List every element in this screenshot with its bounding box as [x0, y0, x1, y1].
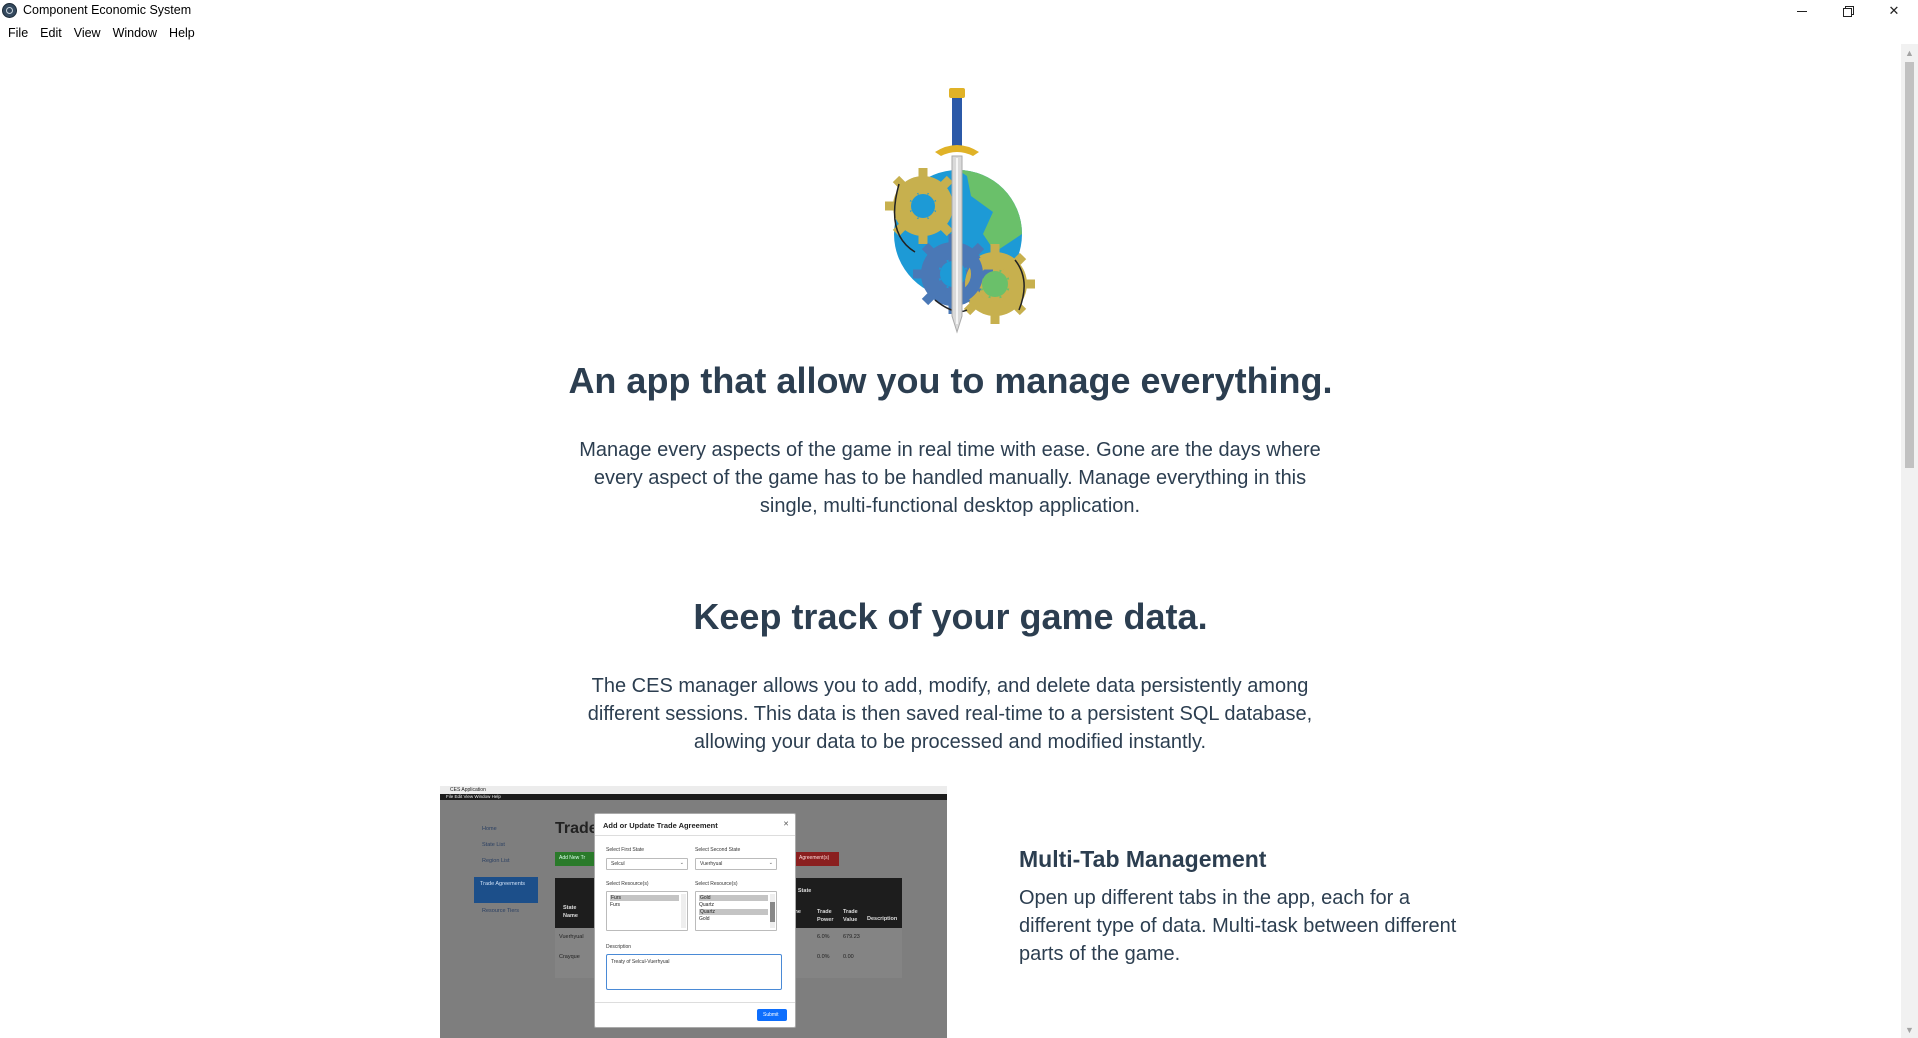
- screenshot-row-1-state: Vuerhyual: [559, 934, 584, 940]
- screenshot-title-bar: CES Application: [440, 786, 947, 794]
- screenshot-col-state-name: State Name: [563, 905, 578, 919]
- chevron-down-icon: ⌄: [768, 860, 773, 866]
- app-globe-icon: [2, 3, 17, 18]
- vertical-scrollbar[interactable]: ▲ ▼: [1901, 44, 1918, 1038]
- menu-file[interactable]: File: [2, 26, 34, 40]
- screenshot-resources-label-2: Select Resource(s): [695, 881, 738, 887]
- menu-help[interactable]: Help: [163, 26, 201, 40]
- screenshot-menu: File Edit View Window Help: [446, 794, 501, 799]
- minimize-button[interactable]: [1779, 0, 1825, 22]
- scroll-up-arrow-icon[interactable]: ▲: [1901, 44, 1918, 61]
- screenshot-resources-label-1: Select Resource(s): [606, 881, 649, 887]
- screenshot-row-1-value: 679.23: [843, 934, 860, 940]
- screenshot-submit-button: Submit: [757, 1009, 787, 1021]
- screenshot-nav-trade-agreements: Trade Agreements: [474, 877, 538, 903]
- screenshot-second-state-label: Select Second State: [695, 847, 741, 853]
- sword-gears-globe-logo: [885, 88, 1035, 334]
- screenshot-row-1-power: 6.0%: [817, 934, 830, 940]
- screenshot-resources-list-2: Gold Quartz Quartz Gold: [695, 891, 777, 931]
- screenshot-menu-bar: File Edit View Window Help: [440, 794, 947, 800]
- screenshot-resources-list-1: Furs Furs: [606, 891, 688, 931]
- menu-edit[interactable]: Edit: [34, 26, 68, 40]
- screenshot-description-label: Description: [606, 944, 632, 950]
- scrollbar-thumb[interactable]: [1905, 62, 1914, 468]
- screenshot-second-state-select: Vuerhyual ⌄: [695, 858, 777, 870]
- feature-title: Multi-Tab Management: [1019, 846, 1267, 872]
- hero-description: Manage every aspects of the game in real…: [579, 439, 1321, 517]
- screenshot-modal: Add or Update Trade Agreement ✕ Select F…: [594, 813, 796, 1028]
- main-content[interactable]: An app that allow you to manage everythi…: [0, 44, 1901, 1038]
- screenshot-row-2-power: 0.0%: [817, 954, 830, 960]
- screenshot-page-heading: Trade: [555, 820, 598, 837]
- screenshot-description-field: Treaty of Selcul-Vuerhyual: [606, 954, 782, 990]
- screenshot-modal-title: Add or Update Trade Agreement: [603, 821, 718, 830]
- screenshot-nav-region-list: Region List: [482, 858, 510, 864]
- screenshot-nav-home: Home: [482, 826, 497, 832]
- chevron-down-icon: ⌄: [679, 860, 684, 866]
- section-description: The CES manager allows you to add, modif…: [587, 675, 1313, 753]
- app-screenshot: CES Application File Edit View Window He…: [440, 786, 947, 1038]
- screenshot-row-2-state: Crayque: [559, 954, 580, 960]
- menu-view[interactable]: View: [68, 26, 107, 40]
- screenshot-nav-resource-tiers: Resource Tiers: [482, 908, 519, 914]
- title-bar: Component Economic System ✕: [0, 0, 1918, 22]
- screenshot-row-2-value: 0.00: [843, 954, 854, 960]
- screenshot-col-description: Description: [867, 916, 898, 922]
- feature-description: Open up different tabs in the app, each …: [1019, 887, 1457, 965]
- hero-title: An app that allow you to manage everythi…: [568, 360, 1333, 401]
- restore-button[interactable]: [1825, 0, 1871, 22]
- screenshot-col-trade-power: Trade Power: [817, 909, 834, 923]
- screenshot-nav-state-list: State List: [482, 842, 505, 848]
- window-title: Component Economic System: [23, 3, 192, 17]
- screenshot-add-button: Add New Tr: [555, 852, 599, 866]
- minimize-icon: [1797, 10, 1807, 12]
- menu-bar: File Edit View Window Help: [0, 22, 1918, 44]
- screenshot-modal-close-icon: ✕: [783, 821, 789, 828]
- menu-window[interactable]: Window: [107, 26, 163, 40]
- close-button[interactable]: ✕: [1871, 0, 1917, 22]
- screenshot-app-title: CES Application: [450, 787, 486, 793]
- screenshot-col-trade-value: Trade Value: [843, 909, 858, 923]
- screenshot-delete-button: Agreement(s): [793, 852, 839, 866]
- screenshot-first-state-select: Selcul ⌄: [606, 858, 688, 870]
- section-title: Keep track of your game data.: [693, 596, 1208, 637]
- scroll-down-arrow-icon[interactable]: ▼: [1901, 1021, 1918, 1038]
- screenshot-first-state-label: Select First State: [606, 847, 645, 853]
- restore-icon: [1843, 6, 1854, 17]
- close-icon: ✕: [1888, 3, 1900, 18]
